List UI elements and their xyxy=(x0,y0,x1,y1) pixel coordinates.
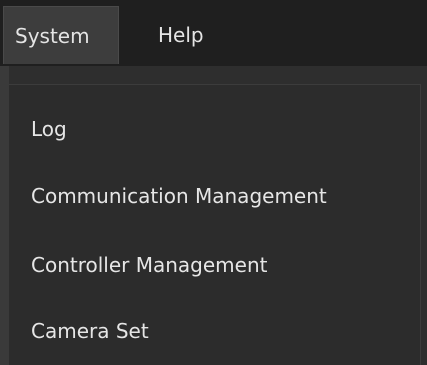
menu-item-controller-management[interactable]: Controller Management xyxy=(31,245,267,285)
menu-item-log[interactable]: Log xyxy=(31,109,67,149)
menu-system[interactable]: System xyxy=(3,6,119,64)
menu-item-camera-set[interactable]: Camera Set xyxy=(31,311,149,351)
background-panel xyxy=(0,66,9,365)
menu-help[interactable]: Help xyxy=(158,6,204,64)
menu-item-communication-management[interactable]: Communication Management xyxy=(31,176,327,216)
menu-bar: System Help xyxy=(0,0,427,66)
system-dropdown-menu: Log Communication Management Controller … xyxy=(9,84,421,365)
